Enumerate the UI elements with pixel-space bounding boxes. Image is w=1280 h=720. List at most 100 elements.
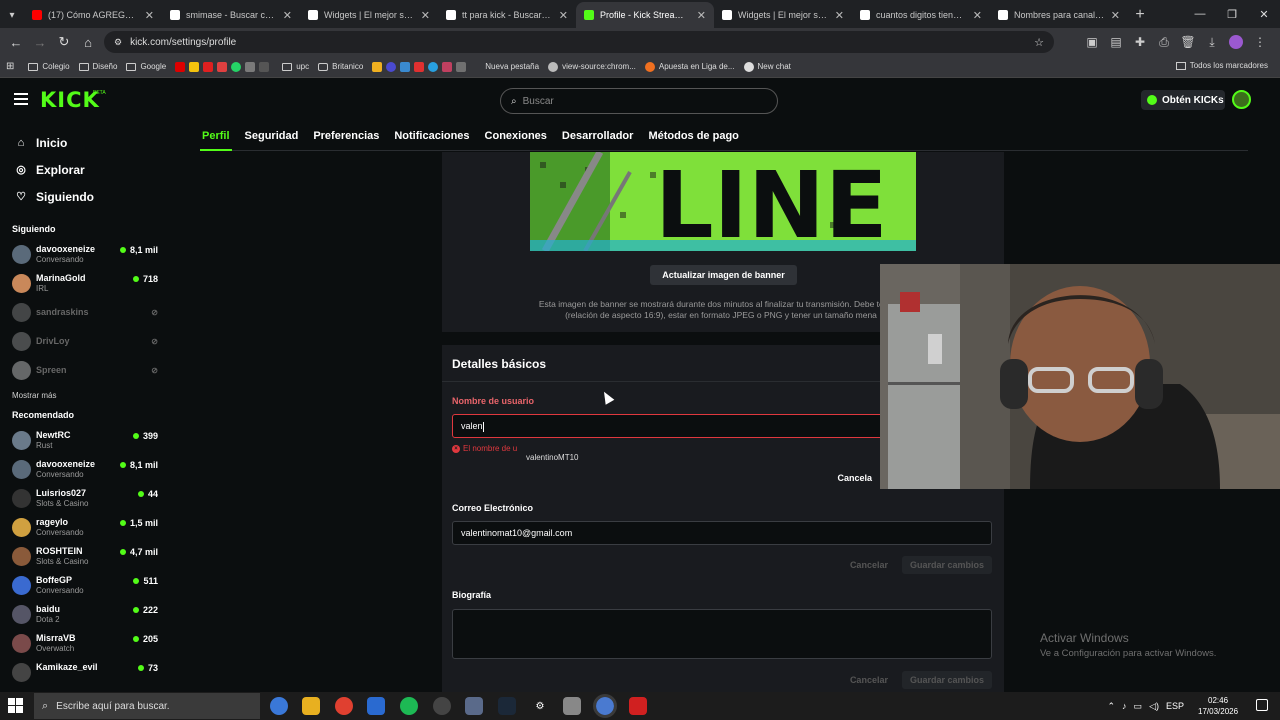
close-window-icon[interactable]: ✕ (1248, 0, 1280, 28)
channel-item[interactable]: DrivLoy ⊘ (0, 327, 175, 356)
tab-close-icon[interactable]: ✕ (835, 9, 844, 22)
bookmark-upc[interactable]: upc (282, 62, 309, 71)
minimize-icon[interactable]: — (1184, 0, 1216, 28)
bookmark-colegio[interactable]: Colegio (28, 62, 70, 71)
bio-textarea[interactable] (452, 609, 992, 659)
microphone-icon[interactable]: ♪ (1122, 701, 1127, 711)
forward-icon[interactable]: → (28, 35, 52, 50)
tab-preferencias[interactable]: Preferencias (311, 123, 381, 151)
bookmark-view-source[interactable]: view-source:chrom... (548, 61, 636, 72)
tab-perfil[interactable]: Perfil (200, 123, 232, 151)
tab-close-icon[interactable]: ✕ (145, 9, 154, 22)
show-more-link[interactable]: Mostrar más (0, 391, 175, 406)
apps-grid-icon[interactable]: ⊞ (6, 61, 14, 72)
channel-item[interactable]: Luisrios027 Slots & Casino 44 (0, 484, 175, 513)
taskbar-search-input[interactable]: ⌕ Escribe aquí para buscar. (34, 693, 260, 719)
bookmark-star-icon[interactable]: ☆ (1034, 36, 1044, 49)
channel-item[interactable]: NewtRC Rust 399 (0, 426, 175, 455)
tab-close-icon[interactable]: ✕ (421, 9, 430, 22)
tab-close-icon[interactable]: ✕ (559, 9, 568, 22)
trash-icon[interactable]: 🗑 (1178, 32, 1198, 52)
channel-item[interactable]: Spreen ⊘ (0, 356, 175, 385)
reload-icon[interactable]: ↻ (52, 34, 76, 50)
tab-notificaciones[interactable]: Notificaciones (392, 123, 471, 151)
channel-item[interactable]: MisrraVB Overwatch 205 (0, 629, 175, 658)
browser-tab[interactable]: smimase - Buscar con Go ✕ (162, 2, 300, 28)
translate-icon[interactable]: ▣ (1082, 32, 1102, 52)
tab-close-icon[interactable]: ✕ (283, 9, 292, 22)
settings-gear-icon[interactable]: ⚙ (531, 697, 549, 715)
avatar[interactable] (1232, 90, 1251, 109)
bookmark-icons-group[interactable] (175, 61, 273, 72)
bio-save-button[interactable]: Guardar cambios (901, 671, 992, 689)
kick-logo[interactable]: KICK (40, 88, 100, 112)
network-icon[interactable]: ▭ (1134, 701, 1143, 712)
update-banner-button[interactable]: Actualizar imagen de banner (650, 265, 797, 285)
app-icon[interactable] (629, 697, 647, 715)
chrome-profile-icon[interactable] (593, 694, 617, 718)
browser-tab[interactable]: cuantos digitos tiene el c ✕ (852, 2, 990, 28)
search-input[interactable]: ⌕ Buscar (500, 88, 778, 114)
sidebar-item-siguiendo[interactable]: ♡ Siguiendo (0, 183, 175, 210)
windows-start-icon[interactable] (8, 698, 24, 714)
browser-tab[interactable]: Profile - Kick Streaming ✕ (576, 2, 714, 28)
bookmark-google[interactable]: Google (126, 62, 166, 71)
tab-métodos-de-pago[interactable]: Métodos de pago (646, 123, 740, 151)
browser-tab[interactable]: Widgets | El mejor softwa ✕ (300, 2, 438, 28)
bookmark-britanico[interactable]: Britanico (318, 62, 363, 71)
channel-item[interactable]: rageylo Conversando 1,5 mil (0, 513, 175, 542)
sidebar-item-inicio[interactable]: ⌂ Inicio (0, 129, 175, 156)
menu-icon[interactable]: ⋮ (1250, 32, 1270, 52)
file-explorer-icon[interactable] (302, 697, 320, 715)
channel-item[interactable]: davooxeneize Conversando 8,1 mil (0, 240, 175, 269)
email-cancel-button[interactable]: Cancelar (842, 556, 896, 574)
channel-item[interactable]: baidu Dota 2 222 (0, 600, 175, 629)
restore-icon[interactable]: ❐ (1216, 0, 1248, 28)
volume-icon[interactable]: ◁) (1149, 701, 1159, 712)
store-icon[interactable] (367, 697, 385, 715)
bookmark-diseno[interactable]: Diseño (78, 62, 117, 71)
email-field[interactable]: valentinomat10@gmail.com (452, 521, 992, 545)
tab-close-icon[interactable]: ✕ (697, 9, 706, 22)
all-bookmarks[interactable]: Todos los marcadores (1175, 61, 1268, 70)
browser-tab[interactable]: (17) Cómo AGREGAR el C ✕ (24, 2, 162, 28)
new-tab-button[interactable]: + (1128, 2, 1152, 28)
language-indicator[interactable]: ESP (1166, 701, 1184, 711)
channel-item[interactable]: ROSHTEIN Slots & Casino 4,7 mil (0, 542, 175, 571)
channel-item[interactable]: davooxeneize Conversando 8,1 mil (0, 455, 175, 484)
taskbar-clock[interactable]: 02:46 17/03/2026 (1198, 695, 1238, 717)
browser-tab[interactable]: Widgets | El mejor softwa ✕ (714, 2, 852, 28)
address-bar[interactable]: ⚙ kick.com/settings/profile ☆ (104, 31, 1054, 53)
steam-icon[interactable] (498, 697, 516, 715)
chrome-icon[interactable] (335, 697, 353, 715)
channel-item[interactable]: Kamikaze_evil 73 (0, 658, 175, 687)
sidebar-item-explorar[interactable]: ◎ Explorar (0, 156, 175, 183)
spotify-icon[interactable] (400, 697, 418, 715)
obs-icon[interactable] (433, 697, 451, 715)
home-icon[interactable]: ⌂ (76, 35, 100, 50)
tab-conexiones[interactable]: Conexiones (483, 123, 549, 151)
tab-close-icon[interactable]: ✕ (1111, 9, 1120, 22)
tab-seguridad[interactable]: Seguridad (243, 123, 301, 151)
app-icon[interactable] (563, 697, 581, 715)
bookmark-new-chat[interactable]: New chat (743, 61, 791, 72)
channel-item[interactable]: MarinaGold IRL 718 (0, 269, 175, 298)
browser-tab[interactable]: Nombres para canal Kick ✕ (990, 2, 1128, 28)
print-icon[interactable]: ⎙ (1154, 32, 1174, 52)
download-icon[interactable]: ⤓ (1202, 32, 1222, 52)
email-save-button[interactable]: Guardar cambios (901, 556, 992, 574)
browser-tab[interactable]: tt para kick - Buscar con C ✕ (438, 2, 576, 28)
tab-search-icon[interactable]: ▾ (0, 2, 24, 28)
back-icon[interactable]: ← (4, 35, 28, 50)
profile-icon[interactable] (1226, 32, 1246, 52)
channel-item[interactable]: sandraskins ⊘ (0, 298, 175, 327)
site-info-icon[interactable]: ⚙ (114, 37, 122, 48)
chevron-up-icon[interactable]: ⌃ (1108, 701, 1116, 712)
username-cancel-button[interactable]: Cancela (829, 469, 880, 487)
bookmark-nueva-pestana[interactable]: Nueva pestaña (485, 62, 539, 71)
notification-icon[interactable] (1256, 699, 1268, 711)
get-kicks-button[interactable]: Obtén KICKs (1141, 90, 1225, 110)
copilot-icon[interactable] (270, 697, 288, 715)
app-icon[interactable] (465, 697, 483, 715)
tab-desarrollador[interactable]: Desarrollador (560, 123, 636, 151)
